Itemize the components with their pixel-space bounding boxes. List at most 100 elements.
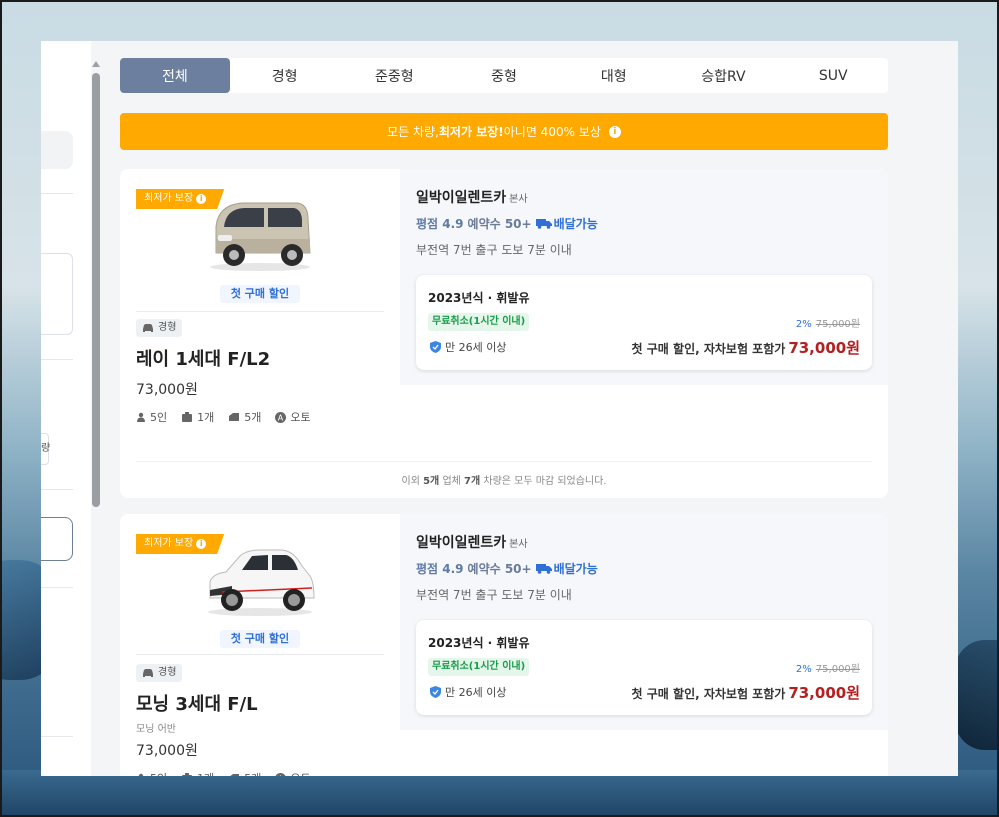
- tab-suv[interactable]: SUV: [778, 58, 888, 93]
- divider: [41, 489, 73, 490]
- age-requirement: 만 26세 이상: [430, 339, 506, 355]
- company-label: 일박이일렌트카: [416, 190, 507, 206]
- background-car-right: [955, 640, 999, 750]
- badge-label: 최저가 보장: [144, 538, 194, 549]
- badge-label: 최저가 보장: [144, 193, 194, 204]
- delivery-badge: 배달가능: [535, 215, 598, 232]
- car-model: 모닝 3세대 F/L: [136, 694, 258, 715]
- delivery-label: 배달가능: [553, 217, 598, 231]
- tab-large[interactable]: 대형: [559, 58, 669, 93]
- divider: [136, 311, 384, 312]
- car-price: 73,000원: [136, 382, 198, 398]
- notice-a: 이외: [401, 476, 424, 487]
- first-purchase-tag: 첫 구매 할인: [220, 285, 300, 303]
- car-year-fuel: 2023년식 · 휘발유: [428, 636, 530, 650]
- car-price: 73,000원: [136, 743, 198, 759]
- tab-midsize[interactable]: 중형: [449, 58, 559, 93]
- age-label: 만 26세 이상: [445, 686, 507, 699]
- doors-value: 5개: [244, 770, 261, 776]
- divider: [41, 193, 73, 194]
- transmission-value: 오토: [290, 411, 311, 424]
- scroll-up-arrow-icon[interactable]: [92, 61, 100, 67]
- pickup-location: 부전역 7번 출구 도보 7분 이내: [416, 243, 572, 257]
- tab-compact[interactable]: 경형: [230, 58, 340, 93]
- background-bottom: [0, 770, 999, 817]
- rating-row: 평점 4.9 예약수 50+ 배달가능: [416, 215, 598, 232]
- bags-value: 1개: [197, 411, 215, 424]
- door-icon: [229, 413, 240, 421]
- car-image: [210, 202, 311, 271]
- scrollbar-thumb[interactable]: [92, 73, 100, 507]
- offer-detail-box[interactable]: 2023년식 · 휘발유 무료취소(1시간 이내) 만 26세 이상 2% 75,…: [416, 275, 872, 370]
- offer-detail-box[interactable]: 2023년식 · 휘발유 무료취소(1시간 이내) 만 26세 이상 2% 75,…: [416, 620, 872, 715]
- filter-panel: 량: [41, 41, 91, 776]
- category-tag: 경형: [136, 664, 183, 682]
- doors-value: 5개: [244, 411, 262, 424]
- original-price: 75,000원: [815, 319, 860, 330]
- pickup-location: 부전역 7번 출구 도보 7분 이내: [416, 588, 572, 602]
- filter-box[interactable]: [41, 131, 73, 169]
- age-label: 만 26세 이상: [445, 341, 507, 354]
- total-price: 첫 구매 할인, 자차보험 포함가 73,000원: [632, 682, 860, 703]
- rating-row: 평점 4.9 예약수 50+ 배달가능: [416, 560, 598, 577]
- bags-value: 1개: [197, 770, 214, 776]
- rating-value: 평점 4.9: [416, 217, 464, 231]
- spec-bags: 1개: [181, 409, 214, 425]
- shield-icon: [430, 686, 441, 698]
- total-price-value: 73,000원: [788, 684, 860, 702]
- svg-text:A: A: [278, 413, 284, 422]
- auto-transmission-icon: A: [275, 411, 287, 423]
- scrollbar[interactable]: [91, 61, 101, 776]
- car-trim: 모닝 어반: [136, 724, 176, 735]
- filter-field[interactable]: [41, 253, 73, 335]
- car-icon: [143, 669, 153, 677]
- age-requirement: 만 26세 이상: [430, 684, 506, 700]
- car-card[interactable]: 최저가 보장 i 첫 구매 할인 경형 레이 1세대 F/L2 73,000원 5…: [120, 169, 888, 498]
- filter-button[interactable]: [41, 517, 73, 561]
- rental-offer[interactable]: 일박이일렌트카 본사 평점 4.9 예약수 50+ 배달가능 부전역 7번 출구 …: [400, 169, 888, 385]
- delivery-label: 배달가능: [553, 562, 598, 576]
- rating-value: 평점 4.9: [416, 562, 464, 576]
- category-tabs: 전체 경형 준중형 중형 대형 승합RV SUV: [120, 58, 888, 93]
- promo-text-post: 아니면 400% 보상: [503, 125, 601, 139]
- tab-all[interactable]: 전체: [120, 58, 230, 93]
- reservation-count: 예약수 50+: [467, 562, 532, 576]
- spec-doors: 5개: [228, 409, 261, 425]
- total-label: 첫 구매 할인, 자차보험 포함가: [631, 342, 786, 356]
- company-name: 일박이일렌트카 본사: [416, 187, 528, 207]
- auto-transmission-icon: A: [275, 772, 286, 776]
- divider: [41, 359, 73, 360]
- divider: [41, 736, 73, 737]
- divider: [41, 587, 73, 588]
- filter-chip[interactable]: 량: [41, 433, 50, 465]
- tab-van-rv[interactable]: 승합RV: [669, 58, 779, 93]
- tab-subcompact[interactable]: 준중형: [339, 58, 449, 93]
- promo-banner[interactable]: 모든 차량, 최저가 보장! 아니면 400% 보상 i: [120, 113, 888, 150]
- car-specs: 5인 1개 5개 A 오토: [136, 409, 311, 425]
- info-icon[interactable]: i: [608, 125, 621, 138]
- spec-seats: 5인: [136, 770, 167, 776]
- notice-e: 차량은 모두 마감 되었습니다.: [480, 476, 607, 487]
- car-card-left: 최저가 보장 i 첫 구매 할인 경형 레이 1세대 F/L2 73,000원 5…: [120, 169, 400, 498]
- discount-info: 2% 75,000원: [796, 315, 860, 330]
- rental-offer[interactable]: 일박이일렌트카 본사 평점 4.9 예약수 50+ 배달가능 부전역 7번 출구 …: [400, 514, 888, 730]
- car-icon: [143, 324, 153, 332]
- total-price: 첫 구매 할인, 자차보험 포함가 73,000원: [632, 337, 860, 358]
- spec-bags: 1개: [181, 770, 214, 776]
- luggage-icon: [182, 412, 193, 422]
- closed-notice: 이외 5개 업체 7개 차량은 모두 마감 되었습니다.: [136, 461, 872, 487]
- reservation-count: 예약수 50+: [467, 217, 532, 231]
- shield-icon: [430, 341, 441, 353]
- total-label: 첫 구매 할인, 자차보험 포함가: [631, 687, 786, 701]
- category-label: 경형: [158, 322, 177, 333]
- category-label: 경형: [158, 667, 177, 678]
- notice-b: 5개: [423, 476, 440, 487]
- car-card[interactable]: 최저가 보장 i 첫 구매 할인 경형 모닝 3세대 F/L 모닝 어반 73,0…: [120, 514, 888, 776]
- car-image: [208, 549, 315, 616]
- person-icon: [137, 412, 145, 422]
- car-card-left: 최저가 보장 i 첫 구매 할인 경형 모닝 3세대 F/L 모닝 어반 73,0…: [120, 514, 400, 776]
- company-name: 일박이일렌트카 본사: [416, 532, 528, 552]
- seats-value: 5인: [150, 411, 168, 424]
- discount-rate: 2%: [795, 664, 812, 675]
- discount-rate: 2%: [795, 319, 812, 330]
